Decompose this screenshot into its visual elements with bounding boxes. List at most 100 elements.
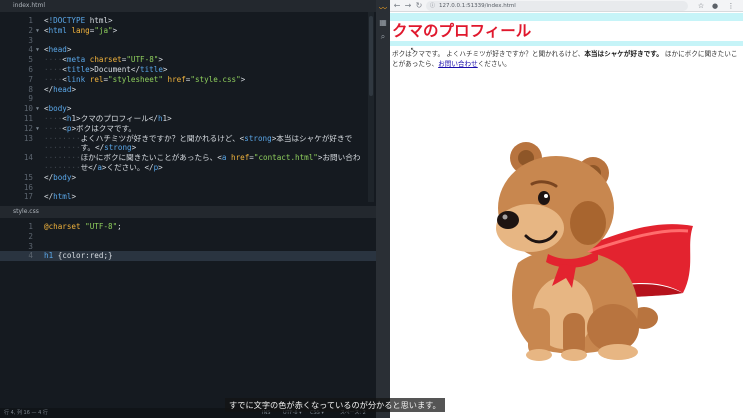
code-line[interactable]: 14 ········ほかにボクに聞きたいことがあったら、<a href="con… (0, 153, 376, 163)
code-text: h1 {color:red;} (44, 251, 113, 261)
page-paragraph: ボクはクマです。 よくハチミツが好きですか？と聞かれるけど、本当はシャケが好きで… (392, 50, 742, 69)
code-line[interactable]: 3 (0, 36, 376, 46)
code-line[interactable]: 1 <!DOCTYPE html> (0, 16, 376, 26)
code-text: ····<link rel="stylesheet" href="style.c… (44, 74, 246, 84)
tab-index-html[interactable]: index.html (0, 0, 376, 12)
code-text: <html lang="ja"> (44, 25, 118, 35)
line-number: 4 (28, 45, 33, 55)
code-text: ····<h1>クマのプロフィール</h1> (44, 114, 172, 123)
css-code-line[interactable]: 4 h1 {color:red;} (0, 251, 376, 262)
paragraph-text-1: ボクはクマです。 よくハチミツが好きですか？と聞かれるけど、 (392, 50, 585, 58)
search-icon[interactable]: ⌕ (378, 32, 388, 42)
code-line[interactable]: 5 ····<meta charset="UTF-8"> (0, 55, 376, 65)
line-number: 12 (23, 123, 33, 133)
code-text: </head> (44, 84, 77, 94)
line-number: 9 (28, 94, 33, 104)
address-bar: ← → ↻ ⓘ 127.0.0.1:51339/index.html ☆ ● ⋮ (390, 0, 743, 12)
code-text: <body> (44, 104, 72, 114)
line-number: 3 (28, 241, 33, 251)
fold-icon[interactable]: ▼ (36, 104, 39, 114)
contact-link[interactable]: お問い合わせ (438, 60, 478, 68)
code-text: ········す。</strong> (44, 143, 137, 153)
url-text: 127.0.0.1:51339/index.html (439, 3, 516, 9)
code-line[interactable]: 8 </head> (0, 85, 376, 95)
url-field[interactable]: ⓘ 127.0.0.1:51339/index.html (426, 1, 688, 11)
code-line[interactable]: 16 (0, 183, 376, 193)
code-line[interactable]: 12 ▼ ····<p>ボクはクマです。 (0, 124, 376, 134)
fold-icon[interactable]: ▼ (36, 26, 39, 36)
code-line[interactable]: 17 </html> (0, 192, 376, 202)
code-line[interactable]: ········せ</a>ください。</p> (0, 163, 376, 173)
line-number: 5 (28, 55, 33, 65)
line-number: 2 (28, 231, 33, 241)
menu-icon[interactable]: ⋮ (726, 1, 736, 11)
code-text: <head> (44, 45, 72, 55)
code-line[interactable]: 9 (0, 94, 376, 104)
code-text: </body> (44, 172, 77, 182)
highlight-strip-bottom (390, 41, 743, 46)
star-icon[interactable]: ☆ (696, 1, 706, 11)
side-toolbar: 〰 ▦ ⌕ (376, 0, 390, 418)
browser-preview: ← → ↻ ⓘ 127.0.0.1:51339/index.html ☆ ● ⋮… (390, 0, 743, 418)
mouse-cursor: ↖ (410, 46, 416, 54)
highlight-strip-top (390, 13, 743, 21)
code-text: ····<p>ボクはクマです。 (44, 123, 137, 133)
css-code-line[interactable]: 2 (0, 232, 376, 242)
line-number: 1 (28, 16, 33, 25)
code-text: ········せ</a>ください。</p> (44, 163, 163, 172)
code-text: ········ほかにボクに聞きたいことがあったら、<a href="conta… (44, 153, 361, 163)
line-number: 8 (28, 84, 33, 94)
live-preview-icon[interactable]: 〰 (378, 4, 388, 14)
extensions-icon[interactable]: ▦ (378, 18, 388, 28)
code-text: <!DOCTYPE html> (44, 16, 113, 25)
line-number: 7 (28, 74, 33, 84)
paragraph-text-3: ください。 (477, 59, 511, 68)
reload-icon[interactable]: ↻ (414, 1, 424, 11)
code-text: </html> (44, 192, 77, 202)
code-line[interactable]: ········す。</strong> (0, 143, 376, 153)
code-line[interactable]: 6 ····<title>Document</title> (0, 65, 376, 75)
code-line[interactable]: 11 ····<h1>クマのプロフィール</h1> (0, 114, 376, 124)
line-number: 15 (23, 172, 33, 182)
forward-icon[interactable]: → (403, 1, 413, 11)
cursor-position: 行 4, 列 16 — 4 行 (4, 410, 48, 416)
code-line[interactable]: 7 ····<link rel="stylesheet" href="style.… (0, 75, 376, 85)
line-number: 1 (28, 222, 33, 231)
line-number: 4 (28, 251, 33, 261)
code-line[interactable]: 13 ········よくハチミツが好きですか？と聞かれるけど、<strong>本… (0, 134, 376, 144)
line-number: 13 (23, 133, 33, 143)
line-number: 3 (28, 35, 33, 45)
line-number: 17 (23, 192, 33, 202)
bear-illustration (496, 142, 693, 361)
profile-icon[interactable]: ● (710, 1, 720, 11)
code-line[interactable]: 15 </body> (0, 173, 376, 183)
scroll-thumb[interactable] (369, 16, 373, 96)
code-line[interactable]: 4 ▼ <head> (0, 45, 376, 55)
code-text: ····<meta charset="UTF-8"> (44, 55, 163, 65)
code-text: ····<title>Document</title> (44, 65, 168, 74)
line-number: 2 (28, 25, 33, 35)
subtitle-caption: すでに文字の色が赤くなっているのが分かると思います。 (225, 398, 445, 412)
paragraph-strong: 本当はシャケが好きです。 (584, 50, 663, 58)
bear-eye (538, 191, 550, 205)
code-text: ········よくハチミツが好きですか？と聞かれるけど、<strong>本当は… (44, 133, 353, 143)
code-line[interactable]: 10 ▼ <body> (0, 104, 376, 114)
line-number: 6 (28, 65, 33, 74)
fold-icon[interactable]: ▼ (36, 45, 39, 55)
line-number: 14 (23, 153, 33, 163)
line-number: 11 (23, 114, 33, 123)
editor-scrollbar[interactable] (368, 12, 374, 202)
css-code-line[interactable]: 3 (0, 242, 376, 252)
info-icon[interactable]: ⓘ (430, 1, 435, 11)
line-number: 10 (23, 104, 33, 114)
line-number: 16 (23, 182, 33, 192)
fold-icon[interactable]: ▼ (36, 124, 39, 134)
code-editor[interactable]: index.html 1 <!DOCTYPE html> 2 ▼ <html lang=… (0, 0, 376, 418)
back-icon[interactable]: ← (392, 1, 402, 11)
page-title: クマのプロフィール (392, 22, 532, 40)
bear-nose (497, 211, 519, 229)
code-text: @charset "UTF-8"; (44, 222, 122, 231)
css-code-line[interactable]: 1 @charset "UTF-8"; (0, 222, 376, 232)
code-line[interactable]: 2 ▼ <html lang="ja"> (0, 26, 376, 36)
tab-style-css[interactable]: style.css (0, 206, 376, 218)
